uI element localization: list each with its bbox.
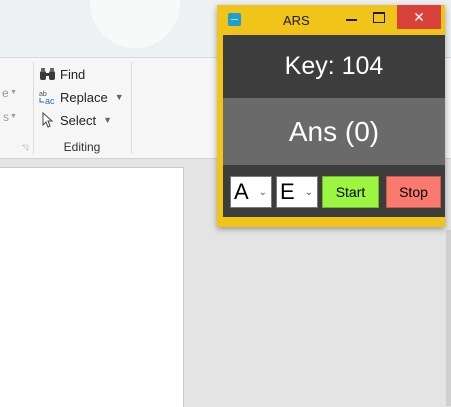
first-letter-value: A [234,179,249,204]
select-button[interactable]: Select ▼ [38,110,112,130]
replace-icon: ab ac [38,89,56,105]
maximize-icon [373,11,385,23]
last-letter-value: E [280,179,295,204]
find-label: Find [60,66,86,82]
ars-title-bar[interactable]: ARS ✕ [217,5,445,35]
chevron-down-icon: ⌄ [304,186,313,198]
last-letter-select[interactable]: E ⌄ [276,176,318,208]
minimize-icon [345,19,357,21]
maximize-button[interactable] [367,5,391,29]
scrollbar[interactable] [446,230,451,406]
ribbon-background-art [90,0,180,48]
first-letter-select[interactable]: A ⌄ [230,176,272,208]
chevron-down-icon: ⌄ [258,186,267,198]
stop-button[interactable]: Stop [386,176,441,208]
binoculars-icon [38,67,56,81]
chevron-down-icon[interactable]: ▼ [10,113,17,120]
chevron-down-icon: ▼ [114,92,124,102]
document-page[interactable] [0,167,184,407]
dialog-launcher-icon[interactable]: ◹ [22,143,28,152]
answer-display: Ans (0) [223,98,445,165]
start-button[interactable]: Start [322,176,379,208]
find-button[interactable]: Find [38,64,85,84]
svg-text:ac: ac [45,96,55,105]
close-icon: ✕ [413,8,425,25]
replace-label: Replace [60,89,108,105]
ribbon-clipped-label: e [2,86,9,100]
chevron-down-icon[interactable]: ▼ [10,89,17,96]
cursor-icon [38,112,56,128]
close-button[interactable]: ✕ [397,5,441,29]
ribbon-group-label: Editing [63,140,101,154]
key-display: Key: 104 [223,35,445,98]
select-label: Select [60,112,97,128]
control-bar: A ⌄ E ⌄ Start Stop [223,165,445,217]
ars-window: ARS ✕ Key: 104 Ans (0) A ⌄ E ⌄ Start Sto… [217,5,445,227]
window-title: ARS [283,13,310,28]
ars-app-icon [228,13,241,26]
chevron-down-icon: ▼ [103,115,113,125]
replace-button[interactable]: ab ac Replace ▼ [38,87,124,107]
ribbon-group-separator [131,62,132,154]
ribbon-group-separator [33,62,34,154]
ribbon-clipped-label: s [3,110,9,124]
minimize-button[interactable] [339,5,363,29]
